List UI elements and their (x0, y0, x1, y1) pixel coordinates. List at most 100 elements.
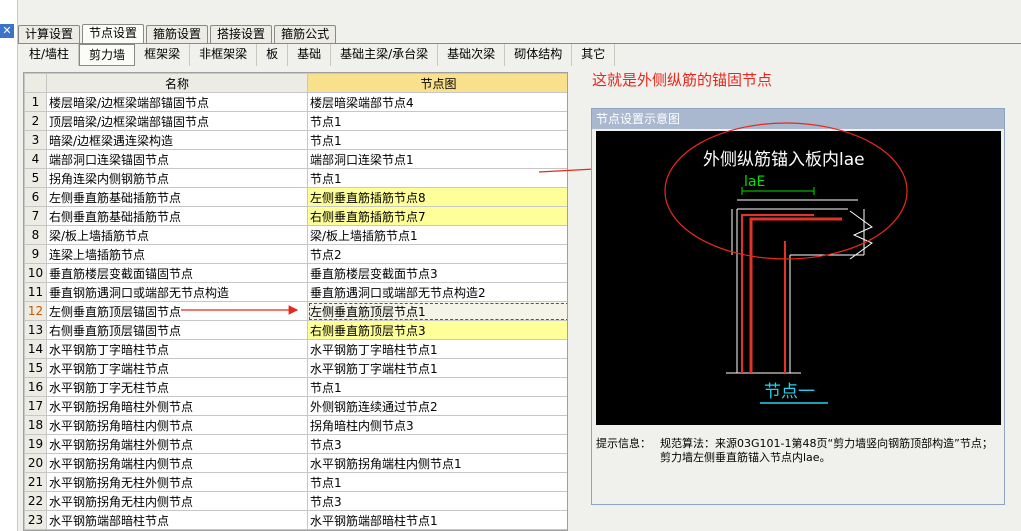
row-name-cell[interactable]: 水平钢筋端部暗柱节点 (46, 510, 308, 530)
row-name-cell[interactable]: 右侧垂直筋顶层锚固节点 (46, 320, 308, 340)
table-row[interactable]: 23 水平钢筋端部暗柱节点 水平钢筋端部暗柱节点1 (24, 510, 567, 530)
row-node-cell[interactable]: 梁/板上墙插筋节点1 (307, 225, 567, 245)
sub-tab-9[interactable]: 其它 (572, 44, 616, 66)
table-row[interactable]: 1 楼层暗梁/边框梁端部锚固节点 楼层暗梁端部节点4 (24, 92, 567, 112)
row-name-cell[interactable]: 左侧垂直筋基础插筋节点 (46, 187, 308, 207)
table-row[interactable]: 21 水平钢筋拐角无柱外侧节点 节点1 (24, 472, 567, 492)
diagram-caption: 节点一 (764, 382, 815, 402)
table-row[interactable]: 2 顶层暗梁/边框梁端部锚固节点 节点1 (24, 111, 567, 131)
row-number: 2 (24, 111, 47, 131)
table-row[interactable]: 18 水平钢筋拐角暗柱内侧节点 拐角暗柱内侧节点3 (24, 415, 567, 435)
row-node-cell[interactable]: 端部洞口连梁节点1 (307, 149, 567, 169)
row-node-cell[interactable]: 右侧垂直筋顶层节点3 (307, 320, 567, 340)
row-node-cell[interactable]: 拐角暗柱内侧节点3 (307, 415, 567, 435)
row-node-cell[interactable]: 节点1 (307, 472, 567, 492)
row-node-cell[interactable]: 节点1 (307, 111, 567, 131)
row-node-cell[interactable]: 节点3 (307, 491, 567, 511)
sub-tab-5[interactable]: 基础 (288, 44, 332, 66)
sub-tab-8[interactable]: 砌体结构 (505, 44, 573, 66)
table-row[interactable]: 13 右侧垂直筋顶层锚固节点 右侧垂直筋顶层节点3 (24, 320, 567, 340)
row-node-cell[interactable]: 节点2 (307, 244, 567, 264)
row-name-cell[interactable]: 右侧垂直筋基础插筋节点 (46, 206, 308, 226)
break-line (849, 210, 873, 260)
row-node-cell[interactable]: 节点1 (307, 377, 567, 397)
row-name-cell[interactable]: 水平钢筋丁字暗柱节点 (46, 339, 308, 359)
table-row[interactable]: 10 垂直筋楼层变截面锚固节点 垂直筋楼层变截面节点3 (24, 263, 567, 283)
main-tab-3[interactable]: 搭接设置 (210, 25, 273, 43)
table-row[interactable]: 7 右侧垂直筋基础插筋节点 右侧垂直筋插筋节点7 (24, 206, 567, 226)
row-node-cell[interactable]: 垂直筋遇洞口或端部无节点构造2 (307, 282, 567, 302)
row-node-cell[interactable]: 左侧垂直筋插筋节点8 (307, 187, 567, 207)
table-row[interactable]: 3 暗梁/边框梁遇连梁构造 节点1 (24, 130, 567, 150)
row-name-cell[interactable]: 水平钢筋拐角暗柱外侧节点 (46, 396, 308, 416)
row-node-cell[interactable]: 水平钢筋拐角端柱内侧节点1 (307, 453, 567, 473)
table-row[interactable]: 6 左侧垂直筋基础插筋节点 左侧垂直筋插筋节点8 (24, 187, 567, 207)
row-name-cell[interactable]: 垂直钢筋遇洞口或端部无节点构造 (46, 282, 308, 302)
row-name-cell[interactable]: 暗梁/边框梁遇连梁构造 (46, 130, 308, 150)
row-node-cell[interactable]: 左侧垂直筋顶层节点1 (307, 301, 567, 321)
node-column-header: 节点图 (307, 73, 567, 93)
table-row[interactable]: 5 拐角连梁内侧钢筋节点 节点1 (24, 168, 567, 188)
row-name-cell[interactable]: 连梁上墙插筋节点 (46, 244, 308, 264)
row-name-cell[interactable]: 水平钢筋拐角端柱内侧节点 (46, 453, 308, 473)
hint-info: 提示信息： 规范算法：来源03G101-1第48页“剪力墙竖向钢筋顶部构造”节点… (596, 437, 1001, 465)
table-row[interactable]: 4 端部洞口连梁锚固节点 端部洞口连梁节点1 (24, 149, 567, 169)
table-row[interactable]: 9 连梁上墙插筋节点 节点2 (24, 244, 567, 264)
table-row[interactable]: 19 水平钢筋拐角端柱外侧节点 节点3 (24, 434, 567, 454)
sub-tab-3[interactable]: 非框架梁 (190, 44, 258, 66)
row-number: 14 (24, 339, 47, 359)
node-diagram-panel: 节点设置示意图 laE 外侧纵筋锚入板内lae 节点一 提示信息： 规范算法：来… (591, 108, 1005, 505)
sub-tab-4[interactable]: 板 (257, 44, 289, 66)
row-node-cell[interactable]: 外侧钢筋连续通过节点2 (307, 396, 567, 416)
sub-tab-6[interactable]: 基础主梁/承台梁 (331, 44, 439, 66)
row-name-cell[interactable]: 水平钢筋丁字无柱节点 (46, 377, 308, 397)
sub-tab-2[interactable]: 框架梁 (135, 44, 191, 66)
row-number: 13 (24, 320, 47, 340)
row-node-cell[interactable]: 水平钢筋丁字端柱节点1 (307, 358, 567, 378)
table-row[interactable]: 20 水平钢筋拐角端柱内侧节点 水平钢筋拐角端柱内侧节点1 (24, 453, 567, 473)
sub-tab-1[interactable]: 剪力墙 (79, 44, 136, 66)
sub-tab-0[interactable]: 柱/墙柱 (20, 44, 80, 66)
row-node-cell[interactable]: 楼层暗梁端部节点4 (307, 92, 567, 112)
row-name-cell[interactable]: 左侧垂直筋顶层锚固节点 (46, 301, 308, 321)
row-number: 5 (24, 168, 47, 188)
close-icon[interactable]: ✕ (0, 24, 14, 38)
row-node-cell[interactable]: 垂直筋楼层变截面节点3 (307, 263, 567, 283)
row-name-cell[interactable]: 楼层暗梁/边框梁端部锚固节点 (46, 92, 308, 112)
row-number: 7 (24, 206, 47, 226)
outer-rebar (741, 214, 814, 373)
row-name-cell[interactable]: 梁/板上墙插筋节点 (46, 225, 308, 245)
row-name-cell[interactable]: 水平钢筋拐角无柱外侧节点 (46, 472, 308, 492)
table-row[interactable]: 12 左侧垂直筋顶层锚固节点 左侧垂直筋顶层节点1 (24, 301, 567, 321)
main-tab-2[interactable]: 箍筋设置 (146, 25, 209, 43)
main-tab-1[interactable]: 节点设置 (82, 24, 145, 44)
table-row[interactable]: 8 梁/板上墙插筋节点 梁/板上墙插筋节点1 (24, 225, 567, 245)
table-row[interactable]: 15 水平钢筋丁字端柱节点 水平钢筋丁字端柱节点1 (24, 358, 567, 378)
row-name-cell[interactable]: 水平钢筋丁字端柱节点 (46, 358, 308, 378)
row-number: 6 (24, 187, 47, 207)
row-name-cell[interactable]: 端部洞口连梁锚固节点 (46, 149, 308, 169)
main-tab-0[interactable]: 计算设置 (18, 25, 81, 43)
sub-tab-7[interactable]: 基础次梁 (438, 44, 506, 66)
table-row[interactable]: 14 水平钢筋丁字暗柱节点 水平钢筋丁字暗柱节点1 (24, 339, 567, 359)
row-name-cell[interactable]: 水平钢筋拐角无柱内侧节点 (46, 491, 308, 511)
row-node-cell[interactable]: 节点3 (307, 434, 567, 454)
row-node-cell[interactable]: 水平钢筋端部暗柱节点1 (307, 510, 567, 530)
row-name-cell[interactable]: 垂直筋楼层变截面锚固节点 (46, 263, 308, 283)
main-tab-4[interactable]: 箍筋公式 (274, 25, 337, 43)
row-name-cell[interactable]: 拐角连梁内侧钢筋节点 (46, 168, 308, 188)
row-node-cell[interactable]: 水平钢筋丁字暗柱节点1 (307, 339, 567, 359)
row-node-cell[interactable]: 节点1 (307, 168, 567, 188)
row-number: 20 (24, 453, 47, 473)
row-node-cell[interactable]: 右侧垂直筋插筋节点7 (307, 206, 567, 226)
table-row[interactable]: 11 垂直钢筋遇洞口或端部无节点构造 垂直筋遇洞口或端部无节点构造2 (24, 282, 567, 302)
lae-label: laE (744, 174, 765, 190)
row-name-cell[interactable]: 水平钢筋拐角端柱外侧节点 (46, 434, 308, 454)
table-row[interactable]: 17 水平钢筋拐角暗柱外侧节点 外侧钢筋连续通过节点2 (24, 396, 567, 416)
table-row[interactable]: 16 水平钢筋丁字无柱节点 节点1 (24, 377, 567, 397)
row-node-cell[interactable]: 节点1 (307, 130, 567, 150)
row-name-cell[interactable]: 顶层暗梁/边框梁端部锚固节点 (46, 111, 308, 131)
table-row[interactable]: 22 水平钢筋拐角无柱内侧节点 节点3 (24, 491, 567, 511)
left-panel-edge: ✕ (0, 0, 18, 531)
row-name-cell[interactable]: 水平钢筋拐角暗柱内侧节点 (46, 415, 308, 435)
